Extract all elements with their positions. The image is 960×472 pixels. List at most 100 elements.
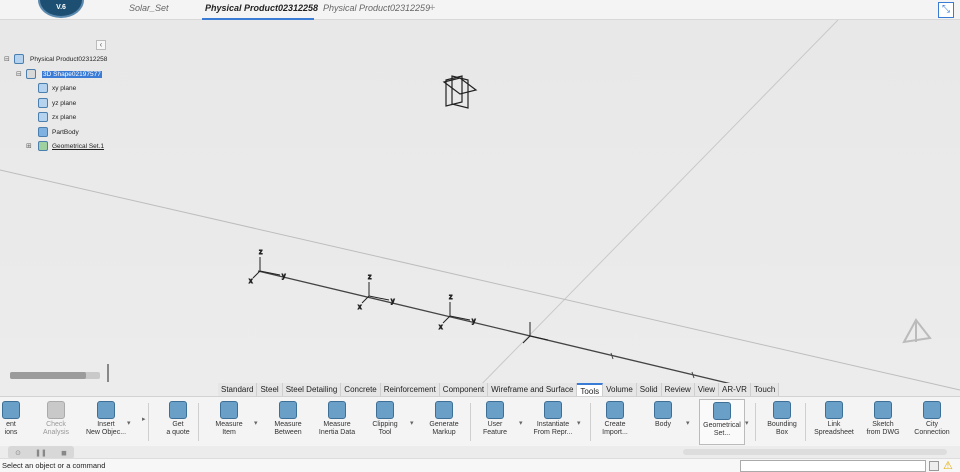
tool-create-import-button[interactable]: Create Import... <box>598 399 632 445</box>
action-bar: ent ions Check Analysis Insert New Objec..… <box>0 396 960 446</box>
tool-label: Measure Between <box>274 421 302 436</box>
tool-body-button[interactable]: Body <box>648 399 678 445</box>
tool-sketch-from-dwg-button[interactable]: Sketch from DWG <box>862 399 904 445</box>
tool-label: User Feature <box>482 421 508 436</box>
restore-window-icon[interactable]: ⤡ <box>938 2 954 18</box>
warning-icon[interactable]: ⚠ <box>943 459 953 472</box>
axis-x-label: x <box>249 278 253 285</box>
section-tab-tools[interactable]: Tools <box>577 383 604 396</box>
action-bar-scrollbar[interactable] <box>683 449 947 455</box>
section-tab-steel-detailing[interactable]: Steel Detailing <box>283 383 342 396</box>
section-tab-view[interactable]: View <box>695 383 720 396</box>
command-options-icon[interactable] <box>929 461 939 471</box>
tool-generate-markup-button[interactable]: Generate Markup <box>422 399 466 445</box>
toolbar-divider <box>755 403 756 441</box>
tool-measure-inertia-data-button[interactable]: Measure Inertia Data <box>314 399 360 445</box>
dropdown-caret-icon[interactable]: ▾ <box>745 419 749 427</box>
section-tab-concrete[interactable]: Concrete <box>341 383 381 396</box>
axis-y-label: y <box>472 318 476 325</box>
tool-ent-ions-button[interactable]: ent ions <box>0 399 22 445</box>
section-tab-wireframe-and-surface[interactable]: Wireframe and Surface <box>488 383 578 396</box>
navigation-compass-icon[interactable] <box>902 318 932 344</box>
tool-clipping-tool-button[interactable]: Clipping Tool <box>362 399 408 445</box>
tab-solar-set[interactable]: Solar_Set <box>129 3 169 13</box>
dropdown-caret-icon[interactable]: ▾ <box>127 419 131 427</box>
section-tab-component[interactable]: Component <box>440 383 489 396</box>
tool-bounding-box-button[interactable]: Bounding Box <box>762 399 802 445</box>
geometrical-set-icon <box>713 402 731 420</box>
tree-collapse-icon[interactable]: ‹ <box>96 40 106 50</box>
section-tab-reinforcement[interactable]: Reinforcement <box>381 383 440 396</box>
add-tab-icon[interactable]: + <box>429 2 435 14</box>
tool-label: Instantiate From Repr... <box>533 421 573 436</box>
dropdown-caret-icon[interactable]: ▾ <box>254 419 258 427</box>
guide-line <box>0 169 960 391</box>
axis-marker-2: z x y <box>358 274 396 312</box>
tool-measure-between-button[interactable]: Measure Between <box>266 399 310 445</box>
section-tab-ar-vr[interactable]: AR-VR <box>719 383 751 396</box>
user-feature-icon <box>486 401 504 419</box>
tool-instantiate-from-repr-button[interactable]: Instantiate From Repr... <box>527 399 579 445</box>
scrollbar-thumb[interactable] <box>10 372 86 379</box>
dropdown-caret-icon[interactable]: ▾ <box>410 419 414 427</box>
dropdown-caret-icon[interactable]: ▾ <box>577 419 581 427</box>
planes-icon[interactable] <box>442 75 478 109</box>
tab-physical-product-02312258[interactable]: Physical Product02312258 <box>205 3 318 13</box>
compass-version: V.6 <box>56 4 66 11</box>
tool-label: ent ions <box>4 421 18 436</box>
section-tab-volume[interactable]: Volume <box>603 383 637 396</box>
measure-inertia-icon <box>328 401 346 419</box>
section-tabs: Standard Steel Steel Detailing Concrete Rein… <box>218 383 780 396</box>
toolbar-expand-icon[interactable]: ▸ <box>142 415 146 423</box>
tree-item-label: PartBody <box>52 129 79 136</box>
section-tab-touch[interactable]: Touch <box>751 383 780 396</box>
tool-measure-item-button[interactable]: Measure Item <box>205 399 253 445</box>
panel-separator[interactable] <box>107 364 109 382</box>
dropdown-caret-icon[interactable]: ▾ <box>519 419 523 427</box>
partial-icon <box>2 401 20 419</box>
tool-label: Body <box>655 421 671 428</box>
section-tab-steel[interactable]: Steel <box>257 383 283 396</box>
toolbar-divider <box>148 403 149 441</box>
tree-shape-label: 3D Shape02197577 <box>42 71 102 78</box>
markup-icon <box>435 401 453 419</box>
collapse-toggle-icon[interactable]: ⊟ <box>16 70 22 78</box>
axis-z-label: z <box>449 294 453 301</box>
compass-logo[interactable]: V.6 <box>38 0 84 18</box>
dropdown-caret-icon[interactable]: ▾ <box>686 419 690 427</box>
tool-city-connection-button[interactable]: City Connection <box>910 399 954 445</box>
create-import-icon <box>606 401 624 419</box>
tree-scrollbar[interactable] <box>10 372 100 379</box>
tab-physical-product-02312259[interactable]: Physical Product02312259 <box>323 3 430 13</box>
collapse-toggle-icon[interactable]: ⊟ <box>4 55 10 63</box>
stop-icon[interactable]: ◼ <box>61 449 67 457</box>
tree-root-label: Physical Product02312258 <box>30 56 108 63</box>
document-tab-bar: V.6 Solar_Set Physical Product02312258 P… <box>0 0 960 20</box>
city-connection-icon <box>923 401 941 419</box>
tool-user-feature-button[interactable]: User Feature <box>478 399 512 445</box>
scene-canvas[interactable]: z x y z x y z x y <box>0 20 960 396</box>
tool-geometrical-set-button[interactable]: Geometrical Set... <box>699 399 745 445</box>
3d-viewport[interactable]: z x y z x y z x y ⊟ Physical Product0231… <box>0 20 960 396</box>
expand-toggle-icon[interactable]: ⊞ <box>26 142 32 150</box>
sketch-dwg-icon <box>874 401 892 419</box>
section-tab-review[interactable]: Review <box>662 383 695 396</box>
tool-get-a-quote-button[interactable]: Get a quote <box>158 399 198 445</box>
spreadsheet-icon <box>825 401 843 419</box>
measure-item-icon <box>220 401 238 419</box>
tool-insert-new-objec-button[interactable]: Insert New Objec... <box>80 399 132 445</box>
pause-icon[interactable]: ❚❚ <box>35 449 47 457</box>
status-message: Select an object or a command <box>2 461 106 470</box>
pipe-line[interactable] <box>257 270 741 387</box>
section-tab-solid[interactable]: Solid <box>637 383 662 396</box>
section-tab-standard[interactable]: Standard <box>218 383 258 396</box>
record-icon[interactable]: ⊙ <box>15 449 21 457</box>
instantiate-icon <box>544 401 562 419</box>
axis-x-label: x <box>358 304 362 311</box>
insert-new-object-icon <box>97 401 115 419</box>
tool-label: Geometrical Set... <box>703 422 741 437</box>
command-input[interactable] <box>740 460 926 472</box>
tool-label: Insert New Objec... <box>85 421 127 436</box>
tool-link-spreadsheet-button[interactable]: Link Spreadsheet <box>811 399 857 445</box>
tree-item-label: zx plane <box>52 114 77 121</box>
